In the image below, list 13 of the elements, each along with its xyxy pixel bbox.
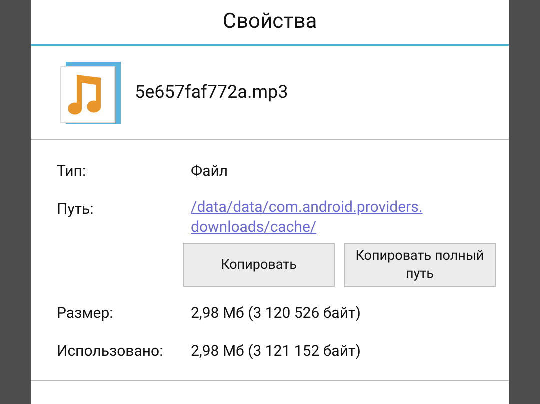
property-label: Размер:	[57, 304, 114, 324]
property-label: Тип:	[57, 162, 88, 182]
copy-button[interactable]: Копировать	[183, 243, 335, 287]
property-value: 2,98 Мб (3 121 152 байт)	[191, 342, 361, 362]
music-file-icon	[60, 60, 122, 124]
copy-button[interactable]: Копировать полный путь	[344, 243, 496, 287]
path-link[interactable]: /data/data/com.android.providers. downloads/cache/	[191, 197, 423, 238]
file-name: 5e657faf772a.mp3	[135, 82, 288, 103]
property-label: Использовано:	[57, 342, 164, 362]
property-value: 2,98 Мб (3 120 526 байт)	[191, 304, 361, 324]
property-label: Путь:	[57, 200, 95, 220]
property-value: Файл	[191, 162, 228, 182]
dialog-title: Свойства	[222, 10, 318, 34]
